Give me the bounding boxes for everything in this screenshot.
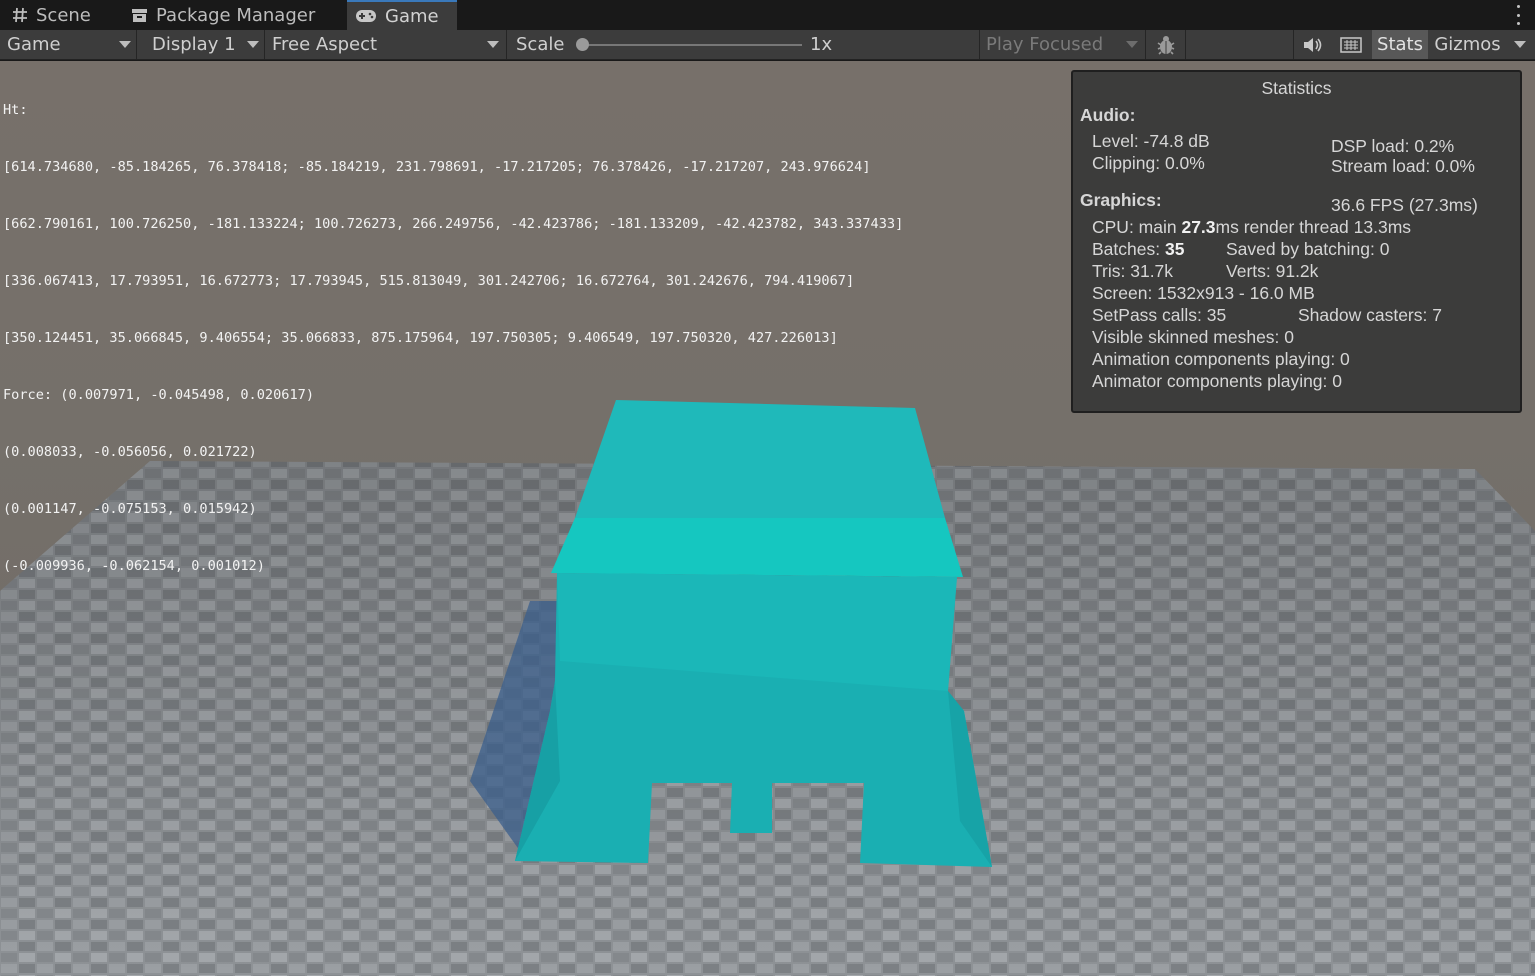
game-view-select-label: Game	[7, 34, 61, 55]
grid-hash-icon	[12, 7, 28, 23]
audio-level: Level: -74.8 dB	[1092, 131, 1210, 151]
dsp-load: DSP load: 0.2%	[1331, 136, 1455, 156]
statistics-title: Statistics	[1261, 78, 1332, 98]
debug-line: (0.001147, -0.075153, 0.015942)	[3, 501, 257, 517]
cpu-readout: CPU: main 27.3ms render thread 13.3ms	[1092, 217, 1411, 238]
verts-readout: Verts: 91.2k	[1226, 261, 1319, 281]
saved-by-batching: Saved by batching: 0	[1226, 239, 1390, 259]
gizmos-button[interactable]: Gizmos	[1430, 30, 1505, 59]
search-field[interactable]	[1186, 30, 1294, 59]
aspect-select[interactable]: Free Aspect	[265, 30, 507, 59]
more-options-icon[interactable]	[1515, 5, 1521, 25]
debug-line: [662.790161, 100.726250, -181.133224; 10…	[3, 216, 904, 232]
play-mode-select[interactable]: Play Focused	[980, 30, 1146, 59]
setpass-readout: SetPass calls: 35	[1092, 305, 1227, 325]
scale-label: Scale	[516, 34, 565, 55]
display-select[interactable]: Display 1	[137, 30, 265, 59]
batches-readout: Batches: 35	[1092, 239, 1184, 260]
gizmos-dropdown[interactable]	[1505, 30, 1535, 59]
stats-button[interactable]: Stats	[1372, 30, 1428, 59]
game-viewport[interactable]: Ht: [614.734680, -85.184265, 76.378418; …	[0, 61, 1535, 976]
chevron-down-icon	[1514, 41, 1526, 48]
tris-readout: Tris: 31.7k	[1092, 261, 1174, 281]
debug-line: (0.008033, -0.056056, 0.021722)	[3, 444, 257, 460]
chevron-down-icon	[119, 41, 131, 48]
animation-components-readout: Animation components playing: 0	[1092, 349, 1350, 369]
scale-value: 1x	[808, 30, 980, 59]
package-icon	[131, 7, 148, 23]
editor-tab-bar: Scene Package Manager Game	[0, 0, 1535, 30]
fps-readout: 36.6 FPS (27.3ms)	[1331, 195, 1478, 215]
debug-line: [614.734680, -85.184265, 76.378418; -85.…	[3, 159, 871, 175]
cpu-suffix: ms render thread 13.3ms	[1215, 217, 1412, 237]
gamepad-icon	[355, 9, 377, 23]
graphics-header: Graphics:	[1080, 190, 1162, 210]
debug-line: Force: (0.007971, -0.045498, 0.020617)	[3, 387, 314, 403]
tab-game[interactable]: Game	[347, 0, 457, 30]
tab-scene[interactable]: Scene	[12, 0, 122, 30]
aspect-select-label: Free Aspect	[272, 34, 378, 55]
scale-slider-track[interactable]	[584, 44, 802, 46]
game-view-toolbar: Game Display 1 Free Aspect Scale 1x Play…	[0, 30, 1535, 60]
cpu-main-value: 27.3	[1181, 217, 1216, 237]
cpu-prefix: CPU: main	[1092, 217, 1182, 237]
speaker-icon[interactable]	[1294, 30, 1332, 59]
audio-header: Audio:	[1080, 105, 1136, 125]
audio-clipping: Clipping: 0.0%	[1092, 153, 1205, 173]
shadow-casters-readout: Shadow casters: 7	[1298, 305, 1442, 325]
play-mode-select-label: Play Focused	[986, 34, 1104, 55]
debug-output: Ht: [614.734680, -85.184265, 76.378418; …	[3, 63, 903, 614]
visible-skinned-readout: Visible skinned meshes: 0	[1092, 327, 1295, 347]
debug-line: [350.124451, 35.066845, 9.406554; 35.066…	[3, 330, 838, 346]
chevron-down-icon	[487, 41, 499, 48]
debug-line: Ht:	[3, 102, 28, 118]
display-select-label: Display 1	[152, 34, 236, 55]
chevron-down-icon	[247, 41, 259, 48]
scale-slider-handle[interactable]	[576, 38, 589, 51]
tab-package-manager[interactable]: Package Manager	[131, 0, 341, 30]
stream-load: Stream load: 0.0%	[1331, 156, 1475, 176]
screen-readout: Screen: 1532x913 - 16.0 MB	[1092, 283, 1315, 303]
tab-label: Package Manager	[156, 4, 316, 26]
chevron-down-icon	[1126, 41, 1138, 48]
bug-icon[interactable]	[1146, 30, 1186, 59]
debug-line: (-0.009936, -0.062154, 0.001012)	[3, 558, 265, 574]
statistics-panel: Statistics Audio: Level: -74.8 dB DSP lo…	[1071, 70, 1522, 413]
tab-label: Game	[385, 5, 439, 27]
keyboard-icon[interactable]	[1332, 30, 1370, 59]
batches-value: 35	[1164, 239, 1185, 259]
game-view-select[interactable]: Game	[0, 30, 137, 59]
debug-line: [336.067413, 17.793951, 16.672773; 17.79…	[3, 273, 855, 289]
tab-label: Scene	[36, 4, 91, 26]
batches-prefix: Batches:	[1092, 239, 1165, 259]
animator-components-readout: Animator components playing: 0	[1092, 371, 1342, 391]
